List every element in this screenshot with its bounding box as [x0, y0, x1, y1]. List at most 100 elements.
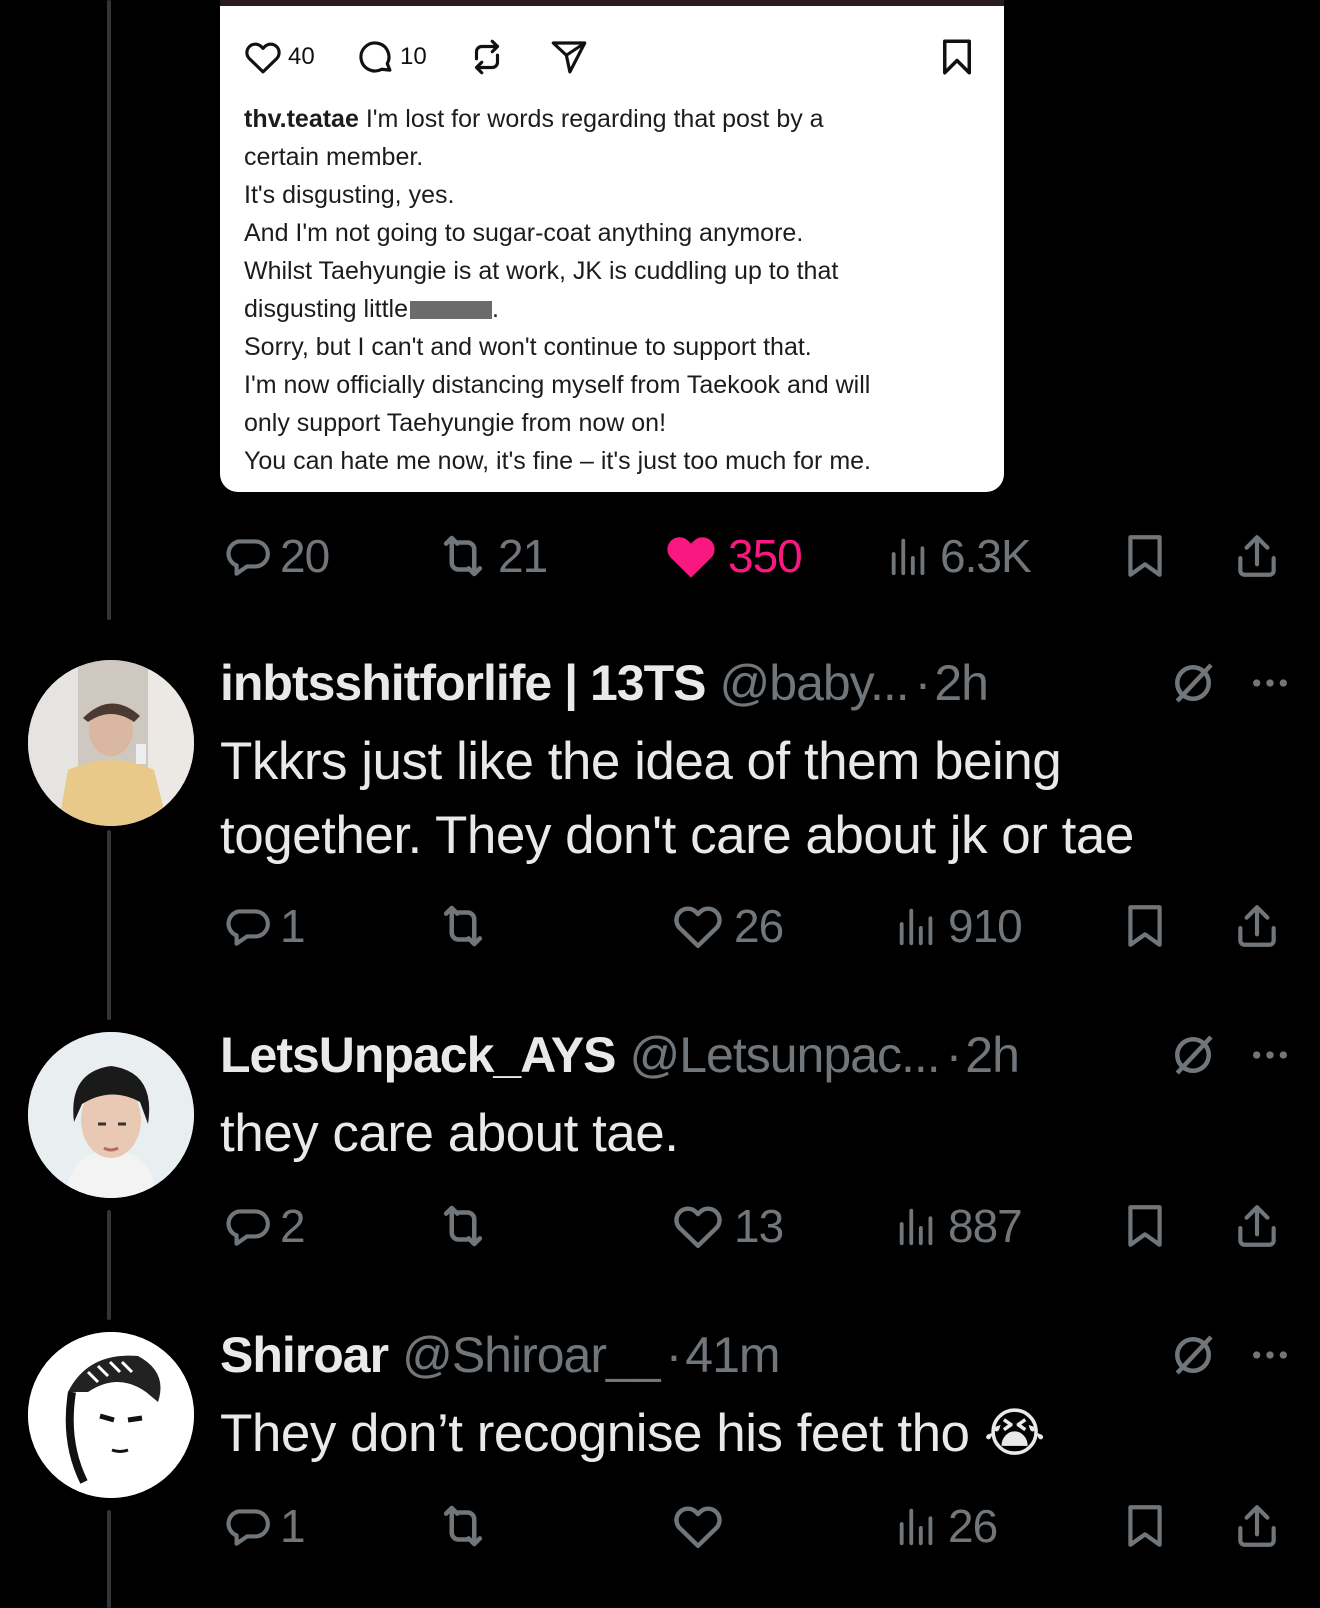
views-count: 887 [948, 1200, 1023, 1252]
reply-text: They don’t recognise his feet tho 😭 [220, 1404, 1046, 1463]
embed-comment-count: 10 [400, 43, 427, 70]
reply-button[interactable]: 2 [222, 1196, 306, 1256]
bookmark-button[interactable] [1120, 1196, 1170, 1256]
bookmark-button[interactable] [1120, 526, 1170, 586]
embed-send [548, 36, 590, 78]
share-icon [1238, 535, 1276, 577]
user-handle[interactable]: @Letsunpac... [629, 1026, 940, 1084]
embed-action-row: 40 10 [242, 36, 978, 86]
header-icons [1166, 1320, 1290, 1390]
analytics-icon [899, 1208, 933, 1246]
avatar[interactable] [28, 1332, 194, 1498]
views-button[interactable]: 6.3K [886, 526, 1032, 586]
views-count: 910 [948, 900, 1023, 952]
like-count: 13 [734, 1200, 784, 1252]
timestamp[interactable]: 2h [965, 1026, 1020, 1084]
repost-button[interactable] [436, 896, 498, 956]
caption-line: certain member. [244, 143, 424, 171]
repost-button[interactable]: 21 [436, 526, 548, 586]
share-icon [1238, 1205, 1276, 1247]
embed-caption: thv.teatae I'm lost for words regarding … [244, 100, 974, 480]
repost-icon [443, 1205, 483, 1247]
thread-line [107, 830, 111, 1020]
bookmark-button[interactable] [1120, 1496, 1170, 1556]
thread-line [107, 0, 111, 620]
embed-comment: 10 [354, 36, 427, 78]
grok-icon[interactable] [1166, 656, 1220, 710]
reply-actions: 1 26 [222, 1496, 1290, 1556]
caption-line: Sorry, but I can't and won't continue to… [244, 333, 812, 361]
comment-bubble-icon [226, 539, 270, 576]
avatar-image [28, 1332, 194, 1498]
share-button[interactable] [1232, 1196, 1282, 1256]
reply-button[interactable]: 20 [222, 526, 330, 586]
caption-line: I'm now officially distancing myself fro… [244, 371, 871, 399]
repost-icon [443, 535, 483, 577]
heart-icon [674, 1506, 722, 1549]
more-icon[interactable] [1250, 663, 1290, 703]
embedded-screenshot[interactable]: 40 10 thv.teatae I'm lost for words rega… [220, 6, 1004, 492]
repost-icon [443, 1505, 483, 1547]
repost-count: 21 [498, 530, 548, 582]
bookmark-icon [1128, 535, 1162, 577]
bookmark-icon [1128, 1205, 1162, 1247]
caption-line: You can hate me now, it's fine – it's ju… [244, 447, 872, 475]
avatar[interactable] [28, 1032, 194, 1198]
like-button[interactable]: 350 [662, 526, 803, 586]
avatar-image [28, 660, 194, 826]
caption-line: And I'm not going to sugar-coat anything… [244, 219, 804, 247]
caption-line: only support Taehyungie from now on! [244, 409, 667, 437]
user-handle[interactable]: @Shiroar__ [402, 1326, 661, 1384]
repost-button[interactable] [436, 1496, 498, 1556]
reply-actions: 2 13 887 [222, 1196, 1290, 1256]
embed-repost [466, 36, 508, 78]
views-button[interactable]: 910 [894, 896, 1023, 956]
reply-header: LetsUnpack_AYS @Letsunpac... · 2h [220, 1020, 1290, 1090]
caption-line: disgusting little. [244, 295, 499, 323]
display-name[interactable]: Shiroar [220, 1326, 389, 1384]
reply-count: 20 [280, 530, 330, 582]
share-button[interactable] [1232, 1496, 1282, 1556]
avatar[interactable] [28, 660, 194, 826]
like-button[interactable]: 13 [670, 1196, 784, 1256]
heart-icon [674, 1206, 722, 1249]
repost-button[interactable] [436, 1196, 498, 1256]
share-button[interactable] [1232, 526, 1282, 586]
crying-emoji-icon: 😭 [983, 1404, 1046, 1463]
display-name[interactable]: LetsUnpack_AYS [220, 1026, 616, 1084]
like-button[interactable]: 26 [670, 896, 784, 956]
reply-button[interactable]: 1 [222, 1496, 306, 1556]
like-button[interactable] [670, 1496, 734, 1556]
header-icons [1166, 648, 1290, 718]
embed-like-count: 40 [288, 43, 315, 70]
views-count: 26 [948, 1500, 998, 1552]
grok-icon[interactable] [1166, 1328, 1220, 1382]
separator-dot: · [945, 1027, 963, 1083]
views-button[interactable]: 887 [894, 1196, 1023, 1256]
reply-header: inbtsshitforlife | 13TS @baby... · 2h [220, 648, 1290, 718]
grok-icon[interactable] [1166, 1028, 1220, 1082]
timestamp[interactable]: 41m [685, 1326, 780, 1384]
send-icon [551, 41, 587, 74]
timestamp[interactable]: 2h [934, 654, 989, 712]
user-handle[interactable]: @baby... [720, 654, 910, 712]
bookmark-button[interactable] [1120, 896, 1170, 956]
analytics-icon [891, 538, 925, 576]
heart-filled-icon [667, 537, 715, 578]
reply-count: 1 [280, 900, 306, 952]
more-icon[interactable] [1250, 1035, 1290, 1075]
views-count: 6.3K [940, 530, 1032, 582]
views-button[interactable]: 26 [894, 1496, 998, 1556]
more-icon[interactable] [1250, 1335, 1290, 1375]
display-name[interactable]: inbtsshitforlife | 13TS [220, 654, 706, 712]
embed-username: thv.teatae [244, 105, 359, 133]
reply-button[interactable]: 1 [222, 896, 306, 956]
reply-count: 1 [280, 1500, 306, 1552]
comment-bubble-icon [226, 1209, 270, 1246]
avatar-image [28, 1032, 194, 1198]
reply-text: Tkkrs just like the idea of them being t… [220, 732, 1134, 865]
thread-line [107, 1510, 111, 1608]
share-button[interactable] [1232, 896, 1282, 956]
bookmark-icon [1128, 905, 1162, 947]
embed-like: 40 [242, 36, 315, 78]
